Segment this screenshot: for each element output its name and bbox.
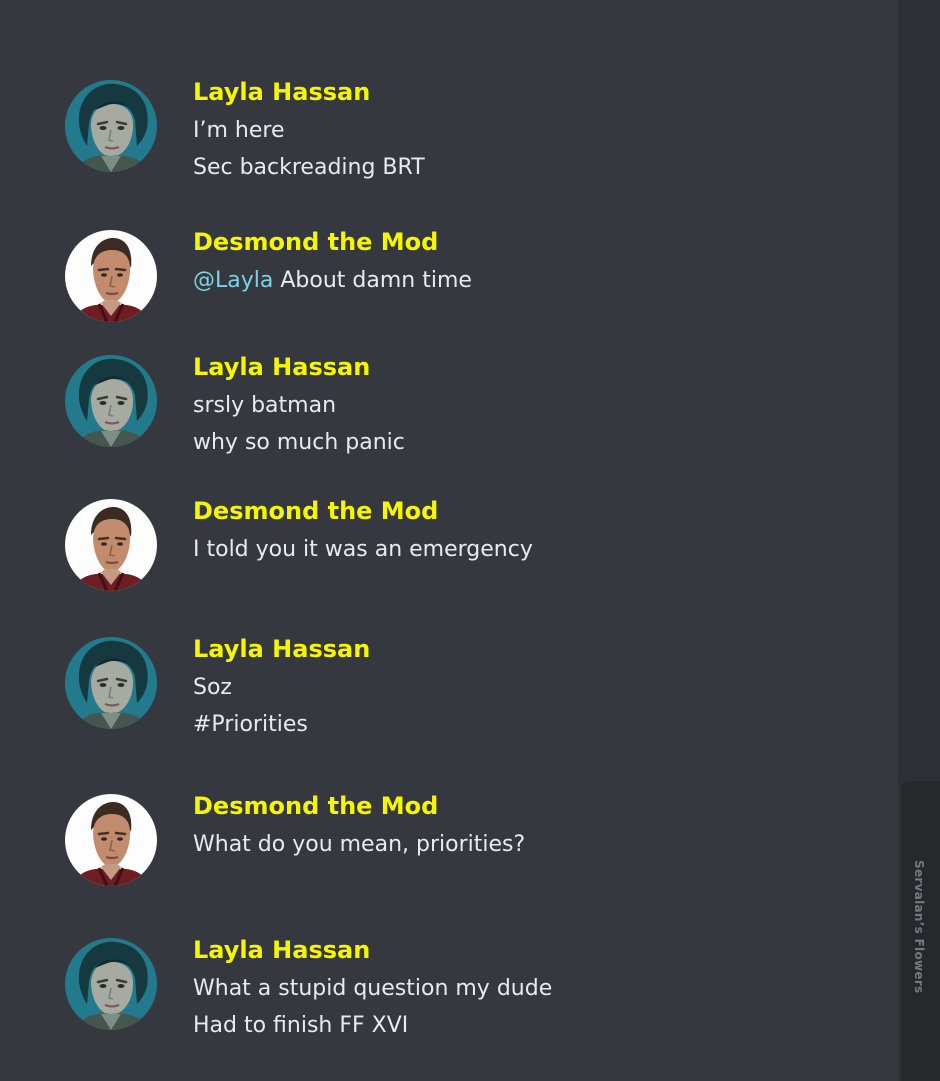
message-text: Sec backreading BRT [193, 155, 425, 180]
user-avatar[interactable] [65, 794, 157, 886]
layla-avatar-image [65, 938, 157, 1030]
message-text: Soz [193, 675, 232, 700]
user-avatar[interactable] [65, 355, 157, 447]
chat-messages-area: Layla Hassan I’m here Sec backreading BR… [0, 0, 898, 1081]
message-text: I’m here [193, 118, 285, 143]
user-avatar[interactable] [65, 80, 157, 172]
desmond-avatar-image [65, 794, 157, 886]
author-name[interactable]: Desmond the Mod [193, 226, 438, 258]
user-avatar[interactable] [65, 499, 157, 591]
author-name[interactable]: Layla Hassan [193, 934, 370, 966]
sidebar-tab-label: Servalan’s Flowers [912, 860, 926, 994]
desmond-avatar-image [65, 230, 157, 322]
user-mention[interactable]: @Layla [193, 268, 273, 293]
layla-avatar-image [65, 637, 157, 729]
message-text: What a stupid question my dude [193, 976, 553, 1001]
author-name[interactable]: Layla Hassan [193, 351, 370, 383]
user-avatar[interactable] [65, 938, 157, 1030]
message-text: Had to finish FF XVI [193, 1013, 409, 1038]
user-avatar[interactable] [65, 637, 157, 729]
message-text: @Layla About damn time [193, 262, 472, 299]
author-name[interactable]: Layla Hassan [193, 76, 370, 108]
message-text: why so much panic [193, 430, 405, 455]
author-name[interactable]: Desmond the Mod [193, 495, 438, 527]
message-text: srsly batman [193, 393, 337, 418]
message-text: What do you mean, priorities? [193, 832, 526, 857]
message-text: I told you it was an emergency [193, 537, 533, 562]
desmond-avatar-image [65, 499, 157, 591]
message-text-body: About damn time [280, 268, 472, 293]
author-name[interactable]: Layla Hassan [193, 633, 370, 665]
layla-avatar-image [65, 355, 157, 447]
message-text: #Priorities [193, 712, 308, 737]
side-panel: Servalan’s Flowers [898, 0, 940, 1081]
layla-avatar-image [65, 80, 157, 172]
author-name[interactable]: Desmond the Mod [193, 790, 438, 822]
user-avatar[interactable] [65, 230, 157, 322]
